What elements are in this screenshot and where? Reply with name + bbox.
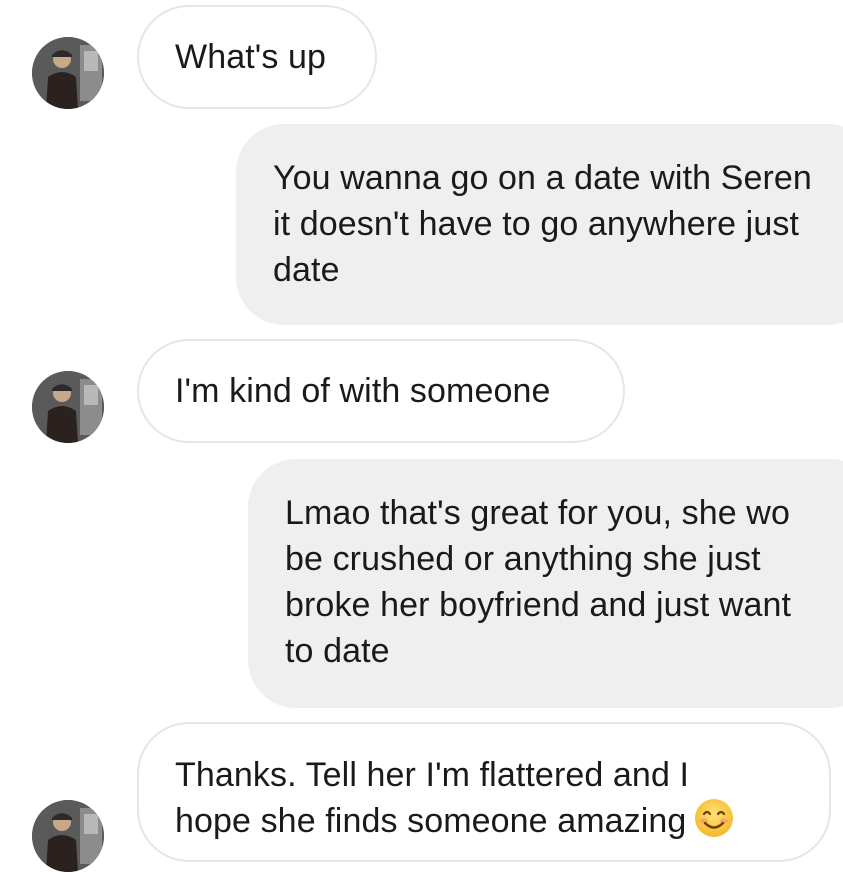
contact-avatar[interactable]: [32, 800, 104, 872]
message-bubble-outgoing[interactable]: You wanna go on a date with Seren it doe…: [236, 124, 843, 325]
message-text: date: [273, 251, 340, 289]
message-text-line: hope she finds someone amazing: [175, 798, 793, 844]
message-text: I'm kind of with someone: [175, 372, 551, 410]
message-text: Lmao that's great for you, she wo: [285, 494, 790, 532]
message-bubble-incoming[interactable]: Thanks. Tell her I'm flattered and I hop…: [137, 722, 831, 862]
message-text: You wanna go on a date with Seren: [273, 159, 812, 197]
message-text: Thanks. Tell her I'm flattered and I: [175, 756, 690, 794]
message-text: be crushed or anything she just: [285, 540, 761, 578]
contact-avatar[interactable]: [32, 371, 104, 443]
contact-avatar[interactable]: [32, 37, 104, 109]
message-text: hope she finds someone amazing: [175, 802, 687, 840]
person-photo-icon: [32, 371, 104, 443]
message-text: What's up: [175, 38, 327, 76]
person-photo-icon: [32, 800, 104, 872]
person-photo-icon: [32, 37, 104, 109]
message-text: it doesn't have to go anywhere just: [273, 205, 799, 243]
message-bubble-incoming[interactable]: What's up: [137, 5, 377, 109]
message-bubble-outgoing[interactable]: Lmao that's great for you, she wo be cru…: [248, 459, 843, 708]
smiling-face-emoji-icon: [695, 799, 734, 837]
message-text: to date: [285, 632, 390, 670]
message-text: broke her boyfriend and just want: [285, 586, 792, 624]
message-bubble-incoming[interactable]: I'm kind of with someone: [137, 339, 625, 443]
